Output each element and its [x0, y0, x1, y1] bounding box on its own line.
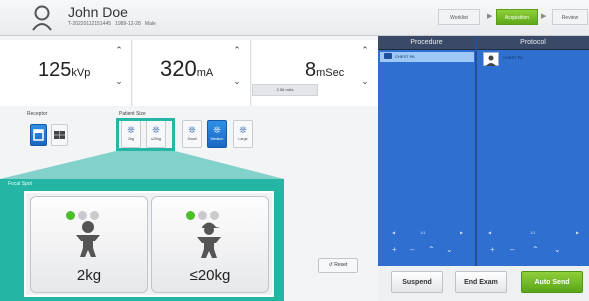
ma-down-chevron-down-icon[interactable]: ⌄ [230, 76, 244, 87]
ma-unit: mA [196, 67, 214, 79]
person-icon: ❊ [239, 125, 247, 135]
step-arrow-icon: ▶ [541, 13, 547, 20]
patient-size-small-label: Small [187, 137, 197, 141]
kvp-down-chevron-down-icon[interactable]: ⌄ [112, 76, 126, 87]
protocol-header: Protocol [477, 36, 589, 50]
column-divider [475, 36, 477, 266]
receptor-table-button[interactable] [51, 124, 68, 146]
auto-send-button[interactable]: Auto Send [521, 271, 583, 293]
msec-down-chevron-down-icon[interactable]: ⌄ [358, 76, 372, 87]
procedure-header: Procedure [378, 36, 475, 50]
step-review[interactable]: Review [552, 9, 588, 25]
kvp-value: 125 [38, 59, 72, 81]
end-exam-button[interactable]: End Exam [455, 271, 507, 293]
msec-up-chevron-up-icon[interactable]: ⌃ [358, 45, 372, 56]
protocol-remove-icon[interactable]: – [510, 245, 514, 254]
kvp-readout: 125kVp [38, 59, 90, 82]
receptor-wall-icon [33, 129, 44, 141]
patient-name: John Doe [68, 4, 128, 20]
kvp-unit: kVp [71, 67, 91, 79]
procedure-item-label: CHEST PA [395, 54, 415, 59]
person-icon: ❊ [213, 125, 221, 135]
ma-readout: 320mA [160, 56, 213, 82]
procedure-protocol-panel [378, 36, 589, 266]
protocol-next-icon[interactable]: ▶ [576, 230, 579, 235]
chest-thumbnail-icon [486, 55, 496, 66]
protocol-down-chevron-down-icon[interactable]: ⌄ [554, 245, 561, 254]
procedure-prev-icon[interactable]: ◀ [392, 230, 395, 235]
reset-label: Reset [334, 262, 348, 268]
receptor-label: Receptor [27, 111, 48, 117]
receptor-wall-button[interactable] [30, 124, 47, 146]
step-arrow-icon: ▶ [487, 13, 493, 20]
step-acquisition[interactable]: Acquisition [496, 9, 538, 25]
receptor-table-icon [54, 131, 65, 139]
patient-size-small-button[interactable]: ❊ Small [182, 120, 202, 148]
person-icon: ❊ [188, 125, 196, 135]
step-worklist[interactable]: Worklist [438, 9, 480, 25]
infant-icon [76, 221, 100, 257]
person-icon [31, 5, 53, 31]
patient-size-highlight-frame [116, 118, 175, 151]
patient-size-medium-button[interactable]: ❊ Medium [207, 120, 227, 148]
ma-value: 320 [160, 56, 197, 81]
ma-up-chevron-up-icon[interactable]: ⌃ [230, 45, 244, 56]
msec-readout: 8mSec [305, 59, 344, 82]
kvp-up-chevron-up-icon[interactable]: ⌃ [112, 45, 126, 56]
folder-icon [384, 53, 392, 59]
focal-spot-label: Focal Spot [8, 181, 32, 187]
patient-size-large-button[interactable]: ❊ Large [233, 120, 253, 148]
protocol-prev-icon[interactable]: ◀ [488, 230, 491, 235]
zoom-2kg-label: 2kg [76, 267, 102, 284]
protocol-add-icon[interactable]: + [490, 245, 495, 254]
patient-size-large-label: Large [238, 137, 248, 141]
reset-button[interactable]: ↺ Reset [318, 258, 358, 273]
patient-meta: T-20220112151445 1989-12-28 Male [68, 21, 156, 27]
patient-size-medium-label: Medium [210, 137, 224, 141]
protocol-thumbnail[interactable] [483, 52, 499, 66]
child-cap-icon [197, 222, 221, 258]
msec-value: 8 [305, 59, 317, 81]
protocol-item-label: CHEST PA [503, 55, 523, 60]
procedure-pager: 1/1 [420, 230, 426, 235]
suspend-button[interactable]: Suspend [391, 271, 443, 293]
protocol-up-chevron-up-icon[interactable]: ⌃ [532, 245, 539, 254]
procedure-next-icon[interactable]: ▶ [460, 230, 463, 235]
procedure-down-chevron-down-icon[interactable]: ⌄ [446, 245, 453, 254]
procedure-remove-icon[interactable]: – [410, 245, 414, 254]
zoom-20kg-label: ≤20kg [189, 267, 231, 284]
mas-readout: 2.56 mAs [252, 84, 318, 96]
patient-size-label: Patient Size [119, 111, 146, 117]
reset-icon: ↺ [328, 262, 333, 268]
protocol-pager: 1/1 [530, 230, 536, 235]
procedure-add-icon[interactable]: + [392, 245, 397, 254]
procedure-up-chevron-up-icon[interactable]: ⌃ [428, 245, 435, 254]
msec-unit: mSec [316, 67, 345, 79]
